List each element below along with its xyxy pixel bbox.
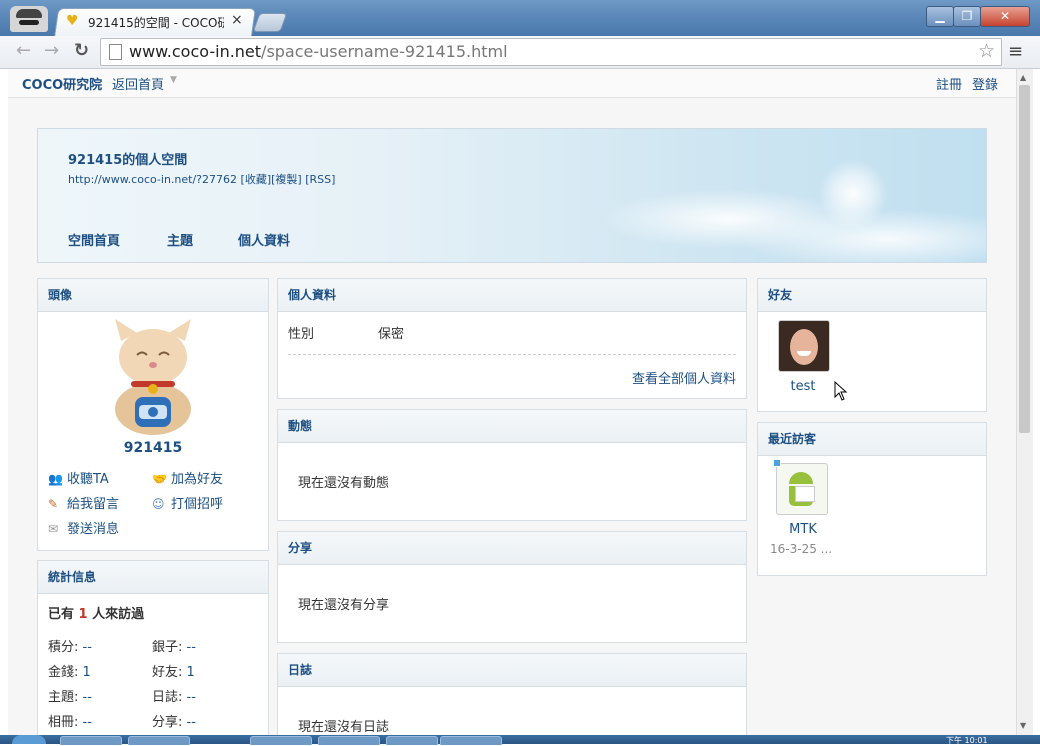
address-bar[interactable]: www.coco-in.net/space-username-921415.ht…: [100, 38, 1002, 66]
send-message-button[interactable]: ✉ 發送消息: [48, 518, 119, 537]
vertical-scrollbar[interactable]: ▲ ▼: [1016, 69, 1033, 735]
stat-points: 積分: --: [48, 640, 92, 655]
visitor-item: MTK 16-3-25 ...: [758, 423, 848, 573]
incognito-spy-icon: [10, 6, 48, 32]
nav-space-home[interactable]: 空間首頁: [68, 230, 120, 249]
handshake-icon: 🤝: [152, 472, 167, 486]
panel-title: 日誌: [278, 654, 746, 687]
tab-close-icon[interactable]: ×: [231, 12, 243, 28]
add-friend-button[interactable]: 🤝 加為好友: [152, 468, 223, 487]
space-title[interactable]: 921415的個人空間: [68, 149, 187, 168]
forward-arrow-icon[interactable]: →: [44, 40, 59, 62]
panel-title: 頭像: [38, 279, 268, 312]
browser-toolbar: ← → ↻ www.coco-in.net/space-username-921…: [0, 36, 1040, 69]
avatar[interactable]: [93, 317, 213, 437]
site-topbar: COCO研究院 返回首頁 ▼ 註冊 登錄: [8, 69, 1016, 98]
stat-money: 金錢: 1: [48, 665, 91, 680]
nav-threads[interactable]: 主題: [167, 230, 193, 249]
dandelion-decoration: [818, 159, 888, 229]
copy-link[interactable]: [複製]: [271, 173, 302, 186]
stat-albums: 相冊: --: [48, 715, 92, 730]
envelope-icon: ✉: [48, 522, 59, 536]
nav-profile[interactable]: 個人資料: [238, 230, 290, 249]
empty-blog-text: 現在還沒有日誌: [298, 720, 390, 735]
stat-shares: 分享: --: [152, 715, 196, 730]
back-arrow-icon[interactable]: ←: [16, 40, 31, 62]
reload-icon[interactable]: ↻: [74, 40, 89, 62]
panel-title: 分享: [278, 532, 746, 565]
scroll-down-icon[interactable]: ▼: [1020, 721, 1026, 730]
scrollbar-thumb[interactable]: [1019, 85, 1030, 433]
divider: [288, 354, 736, 355]
site-name-link[interactable]: COCO研究院: [22, 74, 102, 93]
favorite-link[interactable]: [收藏]: [241, 173, 272, 186]
panel-title: 統計信息: [38, 561, 268, 594]
window-controls: ▁ ❐ ✕: [926, 6, 1030, 27]
share-panel: 分享 現在還沒有分享: [277, 531, 747, 643]
browser-tab-content[interactable]: ♥ 921415的空間 - COCO研 ×: [66, 8, 250, 36]
maximize-button[interactable]: ❐: [953, 6, 981, 27]
visitor-name[interactable]: MTK: [758, 522, 848, 537]
stat-friends: 好友: 1: [152, 665, 195, 680]
bookmark-star-icon[interactable]: ☆: [978, 40, 995, 62]
avatar-username[interactable]: 921415: [38, 440, 268, 456]
tab-title: 921415的空間 - COCO研: [88, 16, 224, 30]
gender-value: 保密: [378, 327, 405, 342]
register-link[interactable]: 註冊: [936, 74, 962, 93]
stat-silver: 銀子: --: [152, 640, 196, 655]
mouse-cursor-icon: [834, 381, 848, 401]
stats-panel: 統計信息 已有 1 人來訪過 積分: -- 銀子: -- 金錢: 1 好友: 1…: [37, 560, 269, 735]
view-all-profile-link[interactable]: 查看全部個人資料: [632, 368, 736, 387]
space-url[interactable]: http://www.coco-in.net/?27762: [68, 173, 237, 186]
page-viewport: COCO研究院 返回首頁 ▼ 註冊 登錄 921415的個人空間 http://…: [8, 69, 1016, 735]
greet-icon: ☺: [152, 497, 165, 511]
chevron-down-icon[interactable]: ▼: [170, 75, 177, 85]
taskbar-clock: 下午 10:01: [946, 736, 988, 745]
login-link[interactable]: 登錄: [972, 74, 998, 93]
page-icon: [109, 44, 122, 60]
profile-panel: 個人資料 性別 保密 查看全部個人資料: [277, 278, 747, 399]
new-tab-button[interactable]: [252, 13, 288, 32]
stat-blogs: 日誌: --: [152, 690, 196, 705]
minimize-button[interactable]: ▁: [926, 6, 954, 27]
rss-link[interactable]: [RSS]: [305, 173, 335, 186]
chrome-menu-icon[interactable]: ≡: [1008, 41, 1023, 62]
panel-title: 個人資料: [278, 279, 746, 312]
visitor-time: 16-3-25 ...: [770, 542, 833, 556]
space-url-line: http://www.coco-in.net/?27762 [收藏][複製] […: [68, 171, 335, 187]
pencil-icon: ✎: [48, 497, 59, 511]
feed-panel: 動態 現在還沒有動態: [277, 409, 747, 521]
scroll-up-icon[interactable]: ▲: [1020, 73, 1026, 82]
space-header: 921415的個人空間 http://www.coco-in.net/?2776…: [37, 128, 987, 263]
stat-threads: 主題: --: [48, 690, 92, 705]
start-button[interactable]: [12, 735, 46, 744]
panel-title: 動態: [278, 410, 746, 443]
visitors-panel: 最近訪客 MTK 16-3-25 ...: [757, 422, 987, 576]
close-window-button[interactable]: ✕: [980, 6, 1030, 27]
empty-share-text: 現在還沒有分享: [298, 598, 390, 613]
url-text[interactable]: www.coco-in.net/space-username-921415.ht…: [129, 42, 508, 61]
os-taskbar: 下午 10:01: [0, 735, 1040, 745]
leave-message-button[interactable]: ✎ 給我留言: [48, 493, 119, 512]
empty-feed-text: 現在還沒有動態: [298, 476, 390, 491]
gender-label: 性別: [288, 327, 315, 342]
avatar-panel: 頭像 921415 👥 收聽TA 🤝 加為好友 ✎ 給我留言 ☺ 打個招呼 ✉ …: [37, 278, 269, 551]
back-home-link[interactable]: 返回首頁: [112, 74, 164, 93]
browser-titlebar: ♥ 921415的空間 - COCO研 × ▁ ❐ ✕: [0, 0, 1040, 37]
follow-button[interactable]: 👥 收聽TA: [48, 468, 109, 487]
visitor-count: 已有 1 人來訪過: [48, 607, 145, 622]
tab-favicon-icon: ♥: [66, 13, 79, 29]
follow-icon: 👥: [48, 472, 63, 486]
friends-panel: 好友 test: [757, 278, 987, 412]
greet-button[interactable]: ☺ 打個招呼: [152, 493, 223, 512]
blog-panel: 日誌 現在還沒有日誌: [277, 653, 747, 735]
